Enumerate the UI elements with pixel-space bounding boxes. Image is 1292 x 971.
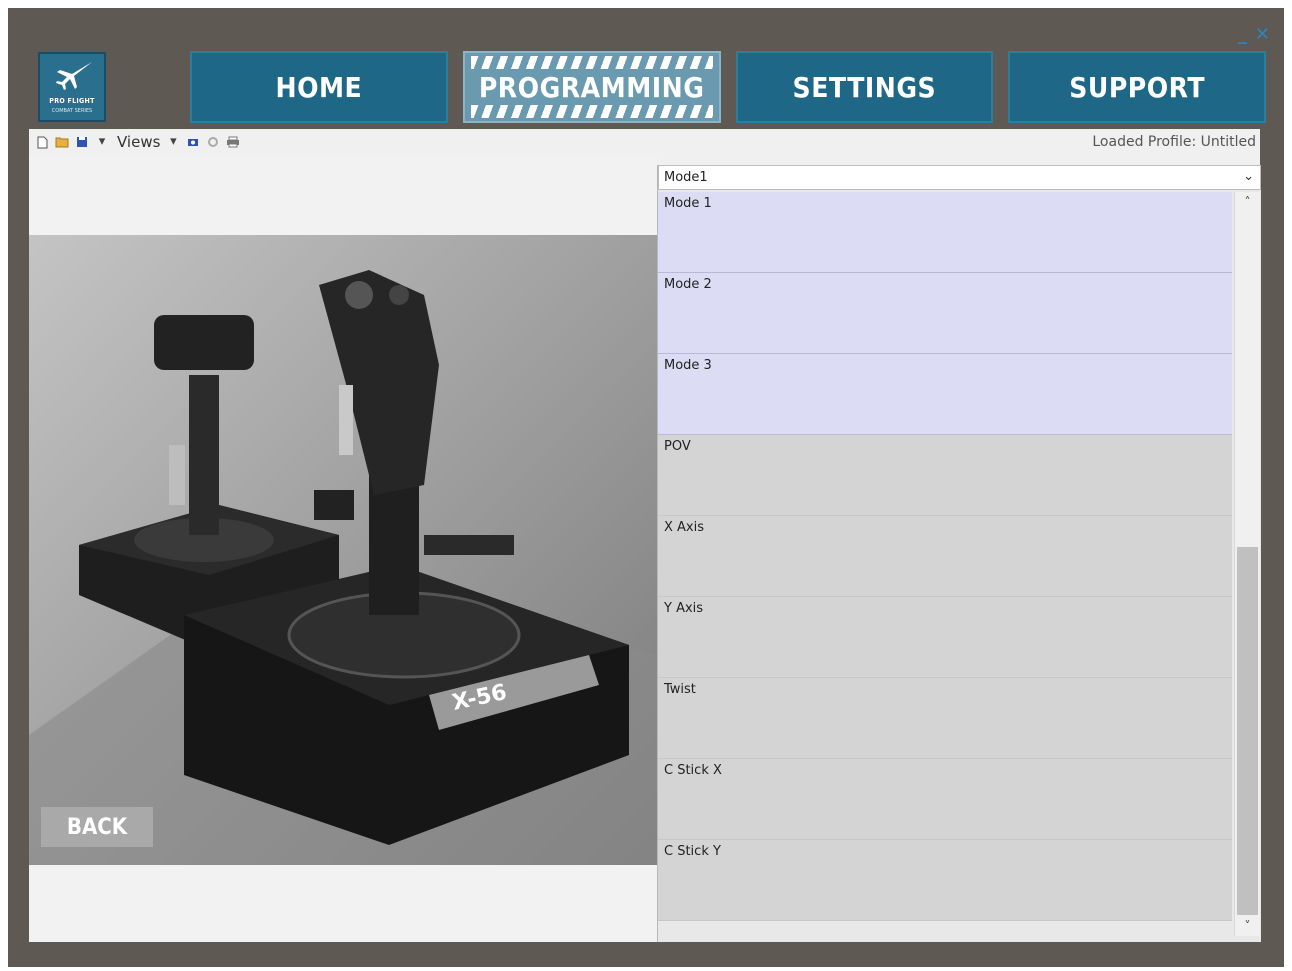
list-item-y-axis[interactable]: Y Axis: [658, 597, 1232, 678]
logo-sub-text: COMBAT SERIES: [51, 108, 93, 114]
list-item-c-stick-x[interactable]: C Stick X: [658, 759, 1232, 840]
scroll-down-icon[interactable]: ˅: [1235, 916, 1260, 936]
list-item-mode-3[interactable]: Mode 3: [658, 354, 1232, 435]
settings-icon[interactable]: [206, 135, 220, 149]
tab-home[interactable]: HOME: [190, 51, 448, 123]
back-button[interactable]: BACK: [41, 807, 153, 847]
joystick-photo: X-56 BACK: [29, 235, 657, 865]
mode-select[interactable]: Mode1 ⌄: [658, 165, 1261, 190]
list-scrollbar[interactable]: ˄ ˅: [1234, 192, 1260, 936]
list-item-c-stick-y[interactable]: C Stick Y: [658, 840, 1232, 921]
programming-content: ▾ Views ▾ Loaded Profile: Untitled X-56 …: [29, 129, 1261, 942]
hotas-image: X-56: [29, 235, 657, 865]
tab-support[interactable]: SUPPORT: [1008, 51, 1266, 123]
tab-settings-label: SETTINGS: [792, 70, 937, 104]
control-list: Mode 1 Mode 2 Mode 3 POV X Axis Y Axis T…: [658, 192, 1232, 924]
fighter-jet-icon: [56, 62, 92, 90]
loaded-profile-label: Loaded Profile: Untitled: [1092, 134, 1256, 150]
list-item-pov[interactable]: POV: [658, 435, 1232, 516]
save-icon[interactable]: [75, 135, 89, 149]
device-preview: X-56 BACK: [29, 155, 657, 942]
list-item-x-axis[interactable]: X Axis: [658, 516, 1232, 597]
window-controls: _ ✕: [1238, 26, 1270, 44]
tab-settings[interactable]: SETTINGS: [735, 51, 994, 123]
tab-programming-label: PROGRAMMING: [478, 70, 705, 104]
tab-home-label: HOME: [275, 70, 363, 104]
mode-select-value: Mode1: [664, 170, 708, 185]
logo-brand-text: PRO FLIGHT: [49, 97, 95, 105]
new-file-icon[interactable]: [35, 135, 49, 149]
views-dropdown-icon[interactable]: ▾: [166, 135, 180, 149]
app-frame: PRO FLIGHT COMBAT SERIES _ ✕ HOME PROGRA…: [0, 0, 1292, 971]
app-logo: PRO FLIGHT COMBAT SERIES: [38, 52, 106, 122]
scroll-up-icon[interactable]: ˄: [1235, 192, 1260, 212]
minimize-button[interactable]: _: [1238, 26, 1247, 44]
tab-support-label: SUPPORT: [1069, 70, 1205, 104]
scroll-thumb[interactable]: [1237, 547, 1258, 915]
list-item-mode-1[interactable]: Mode 1: [658, 192, 1232, 273]
chevron-down-icon: ⌄: [1243, 169, 1254, 184]
toolbar: ▾ Views ▾ Loaded Profile: Untitled: [29, 129, 1260, 155]
save-dropdown-icon[interactable]: ▾: [95, 135, 109, 149]
open-folder-icon[interactable]: [55, 135, 69, 149]
camera-icon[interactable]: [186, 135, 200, 149]
list-item-mode-2[interactable]: Mode 2: [658, 273, 1232, 354]
control-panel: Mode1 ⌄ Mode 1 Mode 2 Mode 3 POV X Axis …: [657, 165, 1261, 942]
print-icon[interactable]: [226, 135, 240, 149]
list-item-twist[interactable]: Twist: [658, 678, 1232, 759]
tab-programming[interactable]: PROGRAMMING: [462, 51, 721, 123]
main-nav: HOME PROGRAMMING SETTINGS SUPPORT: [190, 51, 1266, 123]
views-menu[interactable]: Views: [117, 133, 160, 151]
close-button[interactable]: ✕: [1255, 26, 1270, 44]
